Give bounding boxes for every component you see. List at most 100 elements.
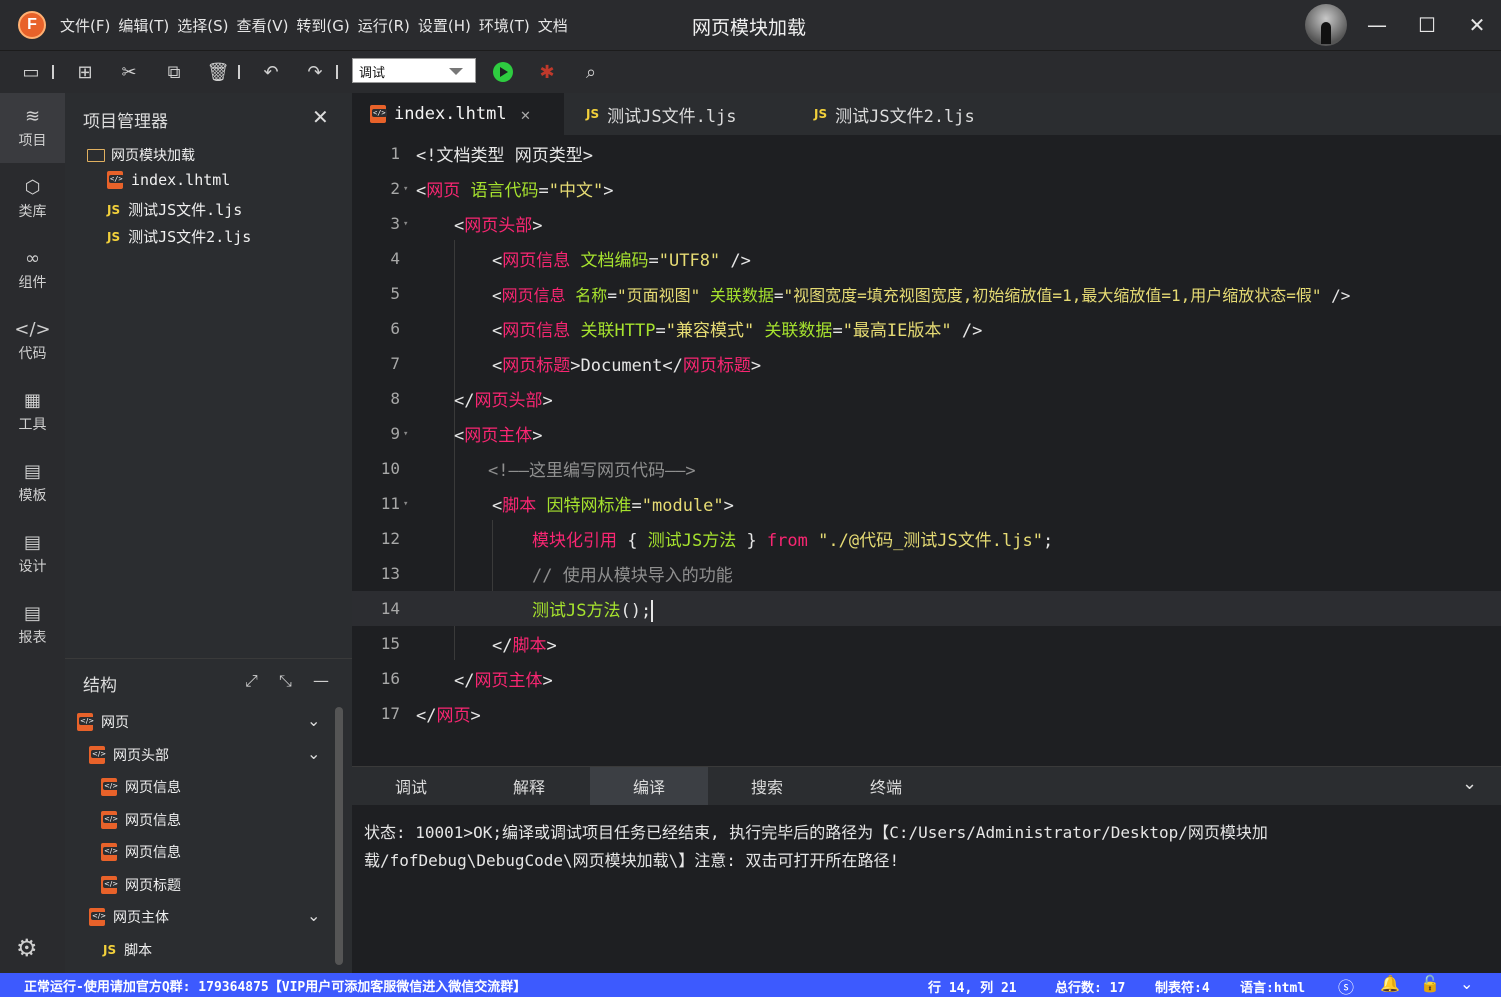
tab-debug[interactable]: 调试 xyxy=(352,767,470,805)
menu-select[interactable]: 选择(S) xyxy=(177,15,228,36)
tab-size[interactable]: 制表符:4 xyxy=(1155,977,1210,996)
language-mode[interactable]: 语言:html xyxy=(1240,977,1305,996)
undo-icon[interactable]: ↶ xyxy=(260,61,282,83)
tree-file-index[interactable]: index.lhtml xyxy=(107,171,230,189)
menu-edit[interactable]: 编辑(T) xyxy=(118,15,169,36)
expand-icon[interactable]: ⤢ xyxy=(245,671,258,691)
structure-node[interactable]: 网页主体 xyxy=(89,907,169,927)
minimize-panel-icon[interactable]: — xyxy=(313,671,329,690)
close-icon[interactable]: ✕ xyxy=(521,105,531,124)
activity-report[interactable]: ▤ 报表 xyxy=(0,590,65,660)
menu-file[interactable]: 文件(F) xyxy=(60,15,110,36)
activity-code[interactable]: </> 代码 xyxy=(0,306,65,376)
structure-node[interactable]: JS 脚本 xyxy=(103,940,152,960)
cursor-position[interactable]: 行 14, 列 21 xyxy=(928,977,1017,996)
editor-tab-bar: index.lhtml ✕ JS 测试JS文件.ljs JS 测试JS文件2.l… xyxy=(352,93,1501,135)
redo-icon[interactable]: ↷ xyxy=(304,61,326,83)
activity-tools[interactable]: ▦ 工具 xyxy=(0,377,65,447)
link-icon: ∞ xyxy=(25,248,40,269)
line-number: 13 xyxy=(380,564,400,583)
save-icon[interactable]: ▭ xyxy=(20,61,42,83)
toolbar-divider xyxy=(238,65,240,79)
activity-project[interactable]: ≋ 项目 xyxy=(0,93,65,163)
chevron-down-icon[interactable]: ⌄ xyxy=(1460,974,1473,993)
structure-node[interactable]: 网页头部 xyxy=(89,745,169,765)
code-line: 17 </网页> xyxy=(352,696,1501,731)
structure-node[interactable]: 网页标题 xyxy=(101,875,181,895)
code-editor[interactable]: 1 <!文档类型 网页类型> 2 ▾ <网页 语言代码="中文"> 3 ▾ <网页头… xyxy=(352,135,1501,765)
chevron-down-icon[interactable]: ⌄ xyxy=(307,906,320,925)
fold-arrow-icon[interactable]: ▾ xyxy=(403,219,415,229)
activity-label: 设计 xyxy=(18,559,47,575)
tree-folder-root[interactable]: 网页模块加载 xyxy=(87,145,195,165)
code-text: <网页 语言代码="中文"> xyxy=(416,181,614,201)
tab-index[interactable]: index.lhtml ✕ xyxy=(352,93,564,135)
tree-file-js2[interactable]: JS 测试JS文件2.ljs xyxy=(107,226,251,247)
activity-label: 组件 xyxy=(18,275,47,291)
project-panel-title: 项目管理器 xyxy=(83,112,168,132)
menu-settings[interactable]: 设置(H) xyxy=(418,15,471,36)
maximize-icon[interactable]: ☐ xyxy=(1412,10,1442,40)
structure-node[interactable]: 网页信息 xyxy=(101,842,181,862)
code-line: 9 ▾ <网页主体> xyxy=(352,416,1501,451)
copy-icon[interactable]: ⧉ xyxy=(163,61,185,83)
activity-label: 类库 xyxy=(18,204,47,220)
lock-icon[interactable]: 🔓 xyxy=(1420,974,1440,993)
activity-library[interactable]: ⬡ 类库 xyxy=(0,164,65,234)
minimize-icon[interactable]: — xyxy=(1362,10,1392,40)
activity-label: 报表 xyxy=(18,630,47,646)
fold-arrow-icon[interactable]: ▾ xyxy=(403,184,415,194)
chevron-down-icon[interactable]: ⌄ xyxy=(307,744,320,763)
user-avatar[interactable] xyxy=(1305,4,1347,46)
bell-icon[interactable]: 🔔 xyxy=(1380,974,1400,993)
run-mode-select[interactable]: 调试 xyxy=(352,58,476,83)
dollar-icon[interactable]: ⓢ xyxy=(1338,974,1354,997)
chevron-down-icon[interactable]: ⌄ xyxy=(307,711,320,730)
menu-docs[interactable]: 文档 xyxy=(538,15,568,36)
run-icon[interactable] xyxy=(492,61,514,83)
delete-icon[interactable]: 🗑 xyxy=(207,61,230,83)
tab-js2[interactable]: JS 测试JS文件2.ljs xyxy=(796,93,1036,135)
tab-interpret[interactable]: 解释 xyxy=(470,767,588,805)
html-node-icon xyxy=(101,876,120,894)
structure-node[interactable]: 网页信息 xyxy=(101,810,181,830)
debug-bug-icon[interactable]: ✱ xyxy=(536,61,558,83)
activity-design[interactable]: ▤ 设计 xyxy=(0,519,65,589)
menu-view[interactable]: 查看(V) xyxy=(236,15,288,36)
scrollbar[interactable] xyxy=(335,707,343,965)
close-icon[interactable]: ✕ xyxy=(1462,10,1492,40)
cut-icon[interactable]: ✂ xyxy=(118,61,140,83)
tab-terminal[interactable]: 终端 xyxy=(827,767,945,805)
output-text[interactable]: 状态: 10001>OK;编译或调试项目任务已经结束, 执行完毕后的路径为【C:… xyxy=(364,819,1364,875)
tab-search[interactable]: 搜索 xyxy=(708,767,826,805)
line-number: 9 xyxy=(390,424,400,443)
design-icon: ▤ xyxy=(23,532,41,553)
menu-goto[interactable]: 转到(G) xyxy=(296,15,349,36)
activity-templates[interactable]: ▤ 模板 xyxy=(0,448,65,518)
menu-environment[interactable]: 环境(T) xyxy=(479,15,530,36)
fold-arrow-icon[interactable]: ▾ xyxy=(403,429,415,439)
code-line: 3 ▾ <网页头部> xyxy=(352,206,1501,241)
tab-js1[interactable]: JS 测试JS文件.ljs xyxy=(568,93,790,135)
code-text: 模块化引用 { 测试JS方法 } from "./@代码_测试JS文件.ljs"… xyxy=(532,531,1054,551)
search-file-icon[interactable]: ⌕ xyxy=(580,61,602,83)
save-all-icon[interactable]: ⊞ xyxy=(74,61,96,83)
tree-file-js1[interactable]: JS 测试JS文件.ljs xyxy=(107,199,242,220)
menu-run[interactable]: 运行(R) xyxy=(358,15,410,36)
gear-icon[interactable]: ⚙ xyxy=(16,934,38,962)
chevron-down-icon[interactable]: ⌄ xyxy=(1462,773,1477,794)
tab-compile[interactable]: 编译 xyxy=(590,767,708,805)
toolbar-divider xyxy=(52,65,54,79)
code-text: <网页信息 文档编码="UTF8" /> xyxy=(492,251,751,271)
code-line: 4 <网页信息 文档编码="UTF8" /> xyxy=(352,241,1501,276)
structure-node[interactable]: 网页 xyxy=(77,712,129,732)
code-line: 1 <!文档类型 网页类型> xyxy=(352,136,1501,171)
fold-arrow-icon[interactable]: ▾ xyxy=(403,499,415,509)
close-icon[interactable]: ✕ xyxy=(312,105,329,129)
collapse-icon[interactable]: ⤡ xyxy=(279,671,292,691)
code-text: <网页标题>Document</网页标题> xyxy=(492,356,762,376)
activity-components[interactable]: ∞ 组件 xyxy=(0,235,65,305)
node-label: 网页头部 xyxy=(113,748,169,764)
structure-node[interactable]: 网页信息 xyxy=(101,777,181,797)
activity-label: 代码 xyxy=(18,346,47,362)
